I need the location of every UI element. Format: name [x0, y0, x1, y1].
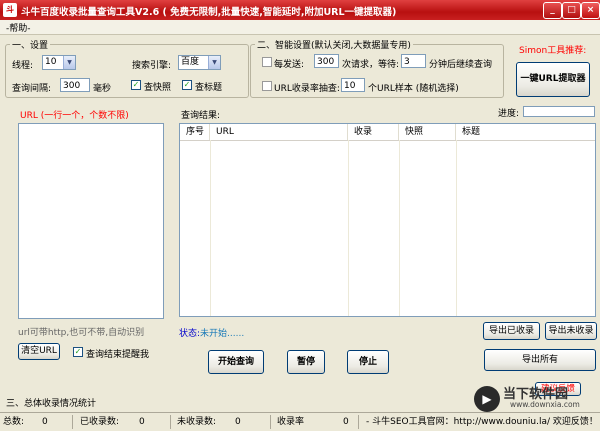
check-title-label: 查标题 [195, 83, 223, 93]
engine-value: 百度 [181, 57, 200, 67]
interval-label: 查询间隔: [12, 84, 52, 94]
check-title-checkbox[interactable]: ✓ [182, 80, 192, 90]
maximize-button[interactable]: □ [562, 2, 581, 19]
status-divider [72, 415, 73, 429]
column-header-index[interactable]: 序号 [180, 124, 210, 140]
threads-select[interactable]: 10 ▼ [42, 55, 76, 70]
sample-suffix: 个URL样本 (随机选择) [368, 84, 459, 94]
clear-url-button[interactable]: 清空URL [18, 343, 60, 360]
wait-minutes-input[interactable]: 3 [401, 54, 426, 68]
interval-input[interactable]: 300 [60, 78, 90, 92]
engine-label: 搜索引擎: [132, 61, 172, 71]
check-snapshot-checkbox[interactable]: ✓ [131, 80, 141, 90]
app-icon: 斗 [3, 3, 17, 17]
simon-recommend-label: Simon工具推荐: [519, 46, 587, 56]
every-send-checkbox[interactable] [262, 57, 272, 67]
unindexed-value: 0 [235, 417, 241, 427]
status-divider [170, 415, 171, 429]
every-send-label: 每发送: [274, 60, 305, 70]
total-value: 0 [42, 417, 48, 427]
interval-unit: 毫秒 [93, 84, 112, 94]
pause-button[interactable]: 暂停 [287, 350, 325, 374]
column-divider [348, 140, 349, 316]
sample-input[interactable]: 10 [341, 78, 365, 92]
status-value: 未开始...... [200, 329, 245, 339]
progress-bar [523, 106, 595, 117]
smart-settings-group-title: 二、智能设置(默认关闭,大数据量专用) [255, 38, 413, 51]
stats-title: 三、总体收录情况统计 [6, 399, 97, 409]
status-text: 状态:未开始...... [179, 326, 244, 339]
status-divider [358, 415, 359, 429]
url-textarea[interactable] [18, 123, 164, 319]
chevron-down-icon[interactable]: ▼ [63, 56, 75, 69]
menu-help[interactable]: -帮助- [6, 21, 31, 34]
status-divider [270, 415, 271, 429]
column-header-snapshot[interactable]: 快照 [399, 124, 456, 140]
rate-label: 收录率 [277, 417, 305, 427]
stop-button[interactable]: 停止 [347, 350, 389, 374]
column-divider [456, 140, 457, 316]
remind-checkbox[interactable]: ✓ [73, 347, 83, 357]
minimize-button[interactable]: _ [543, 2, 562, 19]
engine-select[interactable]: 百度 ▼ [178, 55, 221, 70]
close-button[interactable]: × [581, 2, 600, 19]
url-label: URL (一行一个，个数不限) [20, 111, 129, 121]
column-divider [399, 140, 400, 316]
url-hint: url可带http,也可不带,自动识别 [18, 328, 145, 338]
results-label: 查询结果: [181, 111, 221, 121]
every-send-input[interactable]: 300 [314, 54, 339, 68]
threads-value: 10 [45, 57, 57, 67]
column-divider [210, 140, 211, 316]
status-bar: 总数: 0 已收录数: 0 未收录数: 0 收录率 0 - 斗牛SEO工具官网：… [0, 412, 600, 431]
sample-checkbox[interactable] [262, 81, 272, 91]
export-indexed-button[interactable]: 导出已收录 [483, 322, 540, 340]
unindexed-label: 未收录数: [177, 417, 217, 427]
chevron-down-icon[interactable]: ▼ [208, 56, 220, 69]
header-divider [180, 140, 595, 141]
indexed-value: 0 [139, 417, 145, 427]
watermark-url: www.downxia.com [510, 400, 580, 409]
url-extractor-button[interactable]: 一键URL提取器 [516, 62, 590, 97]
results-table[interactable]: 序号 URL 收录 快照 标题 [179, 123, 596, 317]
watermark-play-icon: ▶ [474, 386, 500, 412]
export-all-button[interactable]: 导出所有 [484, 349, 596, 371]
status-prefix: 状态: [179, 329, 201, 339]
remind-label: 查询结束提醒我 [86, 350, 150, 360]
export-unindexed-button[interactable]: 导出未收录 [545, 322, 597, 340]
sample-label: URL收录率抽查: [274, 84, 340, 94]
title-bar: 斗 斗牛百度收录批量查询工具V2.6 ( 免费无限制,批量快速,智能延时,附加U… [0, 0, 600, 20]
window-title: 斗牛百度收录批量查询工具V2.6 ( 免费无限制,批量快速,智能延时,附加URL… [21, 7, 397, 18]
total-label: 总数: [3, 417, 25, 427]
wait-minutes-label: 分钟后继续查询 [429, 60, 493, 70]
column-header-url[interactable]: URL [210, 124, 348, 140]
requests-wait-label: 次请求，等待: [342, 60, 400, 70]
indexed-label: 已收录数: [80, 417, 120, 427]
threads-label: 线程: [12, 61, 34, 71]
settings-group-title: 一、设置 [10, 38, 51, 51]
column-header-title[interactable]: 标题 [456, 124, 595, 140]
column-header-indexed[interactable]: 收录 [348, 124, 399, 140]
menu-bar: -帮助- [0, 20, 600, 35]
progress-label: 进度: [498, 109, 520, 119]
site-text: - 斗牛SEO工具官网：http://www.douniu.la/ 欢迎反馈！ [366, 417, 598, 427]
start-query-button[interactable]: 开始查询 [208, 350, 264, 374]
rate-value: 0 [343, 417, 349, 427]
check-snapshot-label: 查快照 [144, 83, 172, 93]
